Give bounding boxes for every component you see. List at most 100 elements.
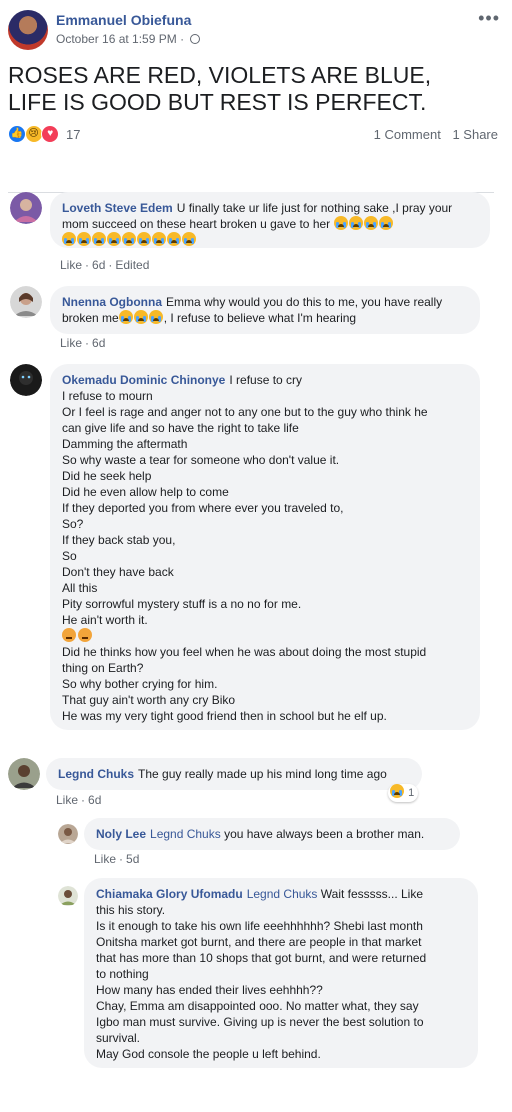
comment-line: He was my very tight good friend then in… xyxy=(62,709,387,723)
comment-line: Pity sorrowful mystery stuff is a no no … xyxy=(62,597,302,611)
comment-bubble: Okemadu Dominic Chinonye I refuse to cry … xyxy=(50,364,480,730)
comment-line: So? xyxy=(62,517,84,531)
comment-actions: Like · 6d · Edited xyxy=(60,258,150,272)
commenter-avatar[interactable] xyxy=(8,758,40,790)
reply: Noly Lee Legnd Chuks you have always been… xyxy=(58,818,494,868)
comment-reaction-count: 1 xyxy=(408,787,415,799)
comment-bubble: Legnd Chuks The guy really made up his mi… xyxy=(46,758,422,790)
reply-actions: Like · 5d xyxy=(94,852,140,866)
comment-reaction-badge[interactable]: 1 xyxy=(388,784,419,802)
reply-line: to nothing xyxy=(96,967,149,981)
reply-text: you have always been a brother man. xyxy=(224,827,425,841)
like-link[interactable]: Like xyxy=(60,258,82,272)
commenter-name[interactable]: Okemadu Dominic Chinonye xyxy=(62,373,225,387)
commenter-avatar[interactable] xyxy=(10,192,42,224)
like-link[interactable]: Like xyxy=(94,852,116,866)
comment-count-link[interactable]: 1 Comment xyxy=(374,127,441,142)
reply-line: Onitsha market got burnt, and there are … xyxy=(96,935,422,949)
reactions-summary[interactable]: 👍 😢 ♥ xyxy=(8,125,60,143)
like-link[interactable]: Like xyxy=(60,336,82,350)
comment-time[interactable]: 6d xyxy=(88,793,101,807)
comment-line: Don't they have back xyxy=(62,565,174,579)
post-text-line: LIFE IS GOOD BUT REST IS PERFECT. xyxy=(8,89,427,115)
reply-line: May God console the people u left behind… xyxy=(96,1047,321,1061)
reply-line: Chay, Emma am disappointed ooo. No matte… xyxy=(96,999,419,1013)
edited-label[interactable]: Edited xyxy=(115,258,149,272)
crying-emoji-icon xyxy=(182,232,196,246)
comment-line: That guy ain't worth any cry Biko xyxy=(62,693,236,707)
crying-emoji-icon xyxy=(348,216,363,230)
commenter-name[interactable]: Nnenna Ogbonna xyxy=(62,295,162,309)
reply-line: that has more than 10 shops that got bur… xyxy=(96,951,427,965)
comment-line: Did he thinks how you feel when he was a… xyxy=(62,645,427,659)
comment-time[interactable]: 6d xyxy=(92,258,105,272)
crying-emoji-icon xyxy=(152,232,166,246)
comment: Okemadu Dominic Chinonye I refuse to cry … xyxy=(10,362,494,732)
reply-bubble: Noly Lee Legnd Chuks you have always been… xyxy=(84,818,460,850)
reply-bubble: Chiamaka Glory Ufomadu Legnd Chuks Wait f… xyxy=(84,878,478,1068)
comment-actions: Like · 6d xyxy=(56,793,102,807)
commenter-name[interactable]: Loveth Steve Edem xyxy=(62,201,173,215)
reply: Chiamaka Glory Ufomadu Legnd Chuks Wait f… xyxy=(58,878,494,1074)
replier-avatar[interactable] xyxy=(58,886,78,906)
reply-line: How many has ended their lives eehhhh?? xyxy=(96,983,323,997)
mention-tag[interactable]: Legnd Chuks xyxy=(150,827,221,841)
mention-tag[interactable]: Legnd Chuks xyxy=(247,887,318,901)
more-options-icon[interactable]: ••• xyxy=(478,8,500,29)
replier-name[interactable]: Noly Lee xyxy=(96,827,146,841)
comment-actions: Like · 6d xyxy=(60,336,106,350)
reply-line: survival. xyxy=(96,1031,141,1045)
comment-line: Damming the aftermath xyxy=(62,437,188,451)
post-author-name[interactable]: Emmanuel Obiefuna xyxy=(56,12,191,28)
comment: Loveth Steve Edem U finally take ur life … xyxy=(10,192,494,274)
angry-emoji-icon xyxy=(62,628,76,642)
crying-emoji-icon xyxy=(122,232,136,246)
comments-share-counts: 1 Comment 1 Share xyxy=(366,127,498,142)
comment-line: can give life and so have the right to t… xyxy=(62,421,299,435)
crying-emoji-icon xyxy=(363,216,378,230)
comment-text: , I refuse to believe what I'm hearing xyxy=(163,311,357,325)
comment-text: The guy really made up his mind long tim… xyxy=(138,767,387,781)
crying-emoji-icon xyxy=(378,216,393,230)
crying-emoji-icon xyxy=(333,216,348,230)
comment-line: Did he even allow help to come xyxy=(62,485,229,499)
crying-emoji-icon xyxy=(167,232,181,246)
commenter-avatar[interactable] xyxy=(10,286,42,318)
post-stats: 👍 😢 ♥ 17 1 Comment 1 Share xyxy=(8,124,498,144)
reply-line: Is it enough to take his own life eeehhh… xyxy=(96,919,423,933)
comment-line: If they deported you from where ever you… xyxy=(62,501,344,515)
crying-emoji-icon xyxy=(133,310,148,324)
comment-line: I refuse to cry xyxy=(229,373,303,387)
post-text-line: ROSES ARE RED, VIOLETS ARE BLUE, xyxy=(8,62,432,88)
comment-line: So why bother crying for him. xyxy=(62,677,218,691)
commenter-avatar[interactable] xyxy=(10,364,42,396)
replier-avatar[interactable] xyxy=(58,824,78,844)
post-header: Emmanuel Obiefuna October 16 at 1:59 PM … xyxy=(8,8,504,52)
crying-emoji-icon xyxy=(107,232,121,246)
comment-line: thing on Earth? xyxy=(62,661,144,675)
reaction-count[interactable]: 17 xyxy=(66,127,80,142)
commenter-name[interactable]: Legnd Chuks xyxy=(58,767,134,781)
comment-bubble: Nnenna Ogbonna Emma why would you do this… xyxy=(50,286,480,334)
author-avatar[interactable] xyxy=(8,10,48,50)
angry-emoji-group xyxy=(62,628,468,644)
crying-emoji-icon xyxy=(118,310,133,324)
comment-line: So xyxy=(62,549,77,563)
globe-icon xyxy=(190,34,201,44)
crying-emoji-icon xyxy=(148,310,163,324)
angry-emoji-icon xyxy=(78,628,92,642)
cry-emoji-group xyxy=(333,216,394,231)
crying-emoji-icon xyxy=(62,232,76,246)
reply-line: this his story. xyxy=(96,903,166,917)
like-link[interactable]: Like xyxy=(56,793,78,807)
comment-line: He ain't worth it. xyxy=(62,613,148,627)
comment-line: Did he seek help xyxy=(62,469,152,483)
comment-time[interactable]: 6d xyxy=(92,336,105,350)
reply-line: Igbo man must survive. Giving up is neve… xyxy=(96,1015,424,1029)
replier-name[interactable]: Chiamaka Glory Ufomadu xyxy=(96,887,243,901)
reply-time[interactable]: 5d xyxy=(126,852,139,866)
comment-line: If they back stab you, xyxy=(62,533,176,547)
love-reaction-icon: ♥ xyxy=(41,125,60,143)
share-count-link[interactable]: 1 Share xyxy=(452,127,498,142)
post-timestamp[interactable]: October 16 at 1:59 PM xyxy=(56,32,177,46)
